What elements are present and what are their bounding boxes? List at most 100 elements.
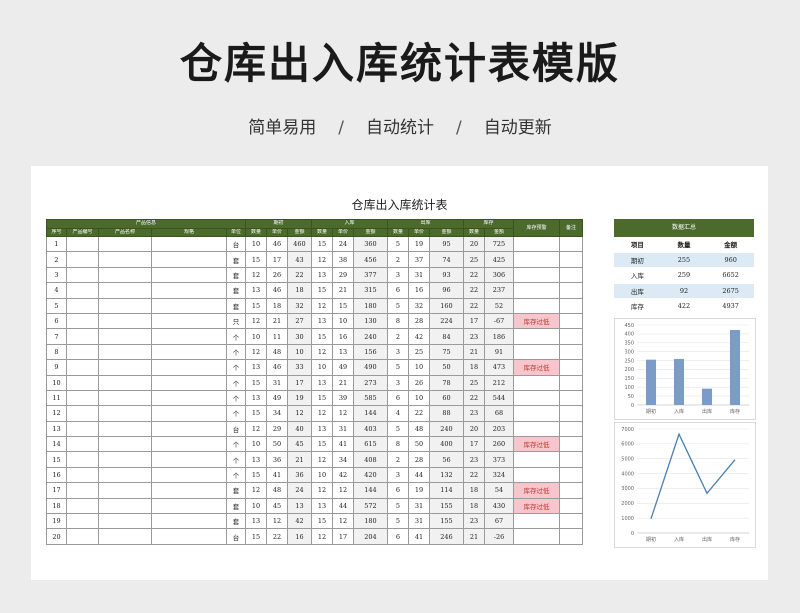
stock-amount-cell[interactable]: -26 (484, 528, 514, 545)
stock-amount-cell[interactable]: 237 (484, 282, 514, 299)
product-name-cell[interactable] (98, 482, 152, 499)
stock-qty-cell[interactable]: 17 (463, 312, 485, 330)
opening-qty-cell[interactable]: 13 (245, 389, 267, 407)
spec-cell[interactable] (151, 374, 227, 391)
opening-qty-cell[interactable]: 10 (245, 497, 267, 515)
opening-qty-cell[interactable]: 15 (245, 405, 267, 422)
remark-cell[interactable] (559, 528, 583, 545)
unit-cell[interactable]: 套 (226, 251, 246, 268)
product-code-cell[interactable] (66, 328, 99, 345)
unit-cell[interactable]: 套 (226, 497, 246, 515)
opening-qty-cell[interactable]: 12 (245, 312, 267, 330)
stock-alert-cell[interactable] (513, 235, 560, 253)
inbound-amount-cell[interactable]: 360 (353, 235, 388, 253)
stock-alert-cell[interactable] (513, 389, 560, 407)
opening-price-cell[interactable]: 41 (266, 466, 288, 484)
product-code-cell[interactable] (66, 282, 99, 299)
remark-cell[interactable] (559, 359, 583, 376)
unit-cell[interactable]: 个 (226, 359, 246, 376)
opening-qty-cell[interactable]: 10 (245, 436, 267, 453)
outbound-price-cell[interactable]: 22 (408, 405, 430, 422)
unit-cell[interactable]: 个 (226, 374, 246, 391)
outbound-amount-cell[interactable]: 246 (429, 528, 464, 545)
spec-cell[interactable] (151, 266, 227, 284)
inbound-price-cell[interactable]: 21 (332, 374, 354, 391)
opening-amount-cell[interactable]: 43 (287, 251, 312, 268)
remark-cell[interactable] (559, 251, 583, 268)
outbound-amount-cell[interactable]: 74 (429, 251, 464, 268)
inbound-amount-cell[interactable]: 408 (353, 451, 388, 468)
product-name-cell[interactable] (98, 451, 152, 468)
opening-amount-cell[interactable]: 21 (287, 451, 312, 468)
stock-qty-cell[interactable]: 18 (463, 359, 485, 376)
unit-cell[interactable]: 个 (226, 405, 246, 422)
stock-alert-cell[interactable] (513, 328, 560, 345)
inbound-qty-cell[interactable]: 12 (311, 251, 333, 268)
spec-cell[interactable] (151, 282, 227, 299)
inbound-price-cell[interactable]: 41 (332, 436, 354, 453)
outbound-price-cell[interactable]: 16 (408, 282, 430, 299)
outbound-qty-cell[interactable]: 3 (387, 343, 409, 361)
outbound-amount-cell[interactable]: 50 (429, 359, 464, 376)
inbound-price-cell[interactable]: 16 (332, 328, 354, 345)
outbound-price-cell[interactable]: 44 (408, 466, 430, 484)
unit-cell[interactable]: 个 (226, 436, 246, 453)
outbound-amount-cell[interactable]: 75 (429, 343, 464, 361)
opening-price-cell[interactable]: 46 (266, 282, 288, 299)
stock-amount-cell[interactable]: 186 (484, 328, 514, 345)
outbound-amount-cell[interactable]: 78 (429, 374, 464, 391)
outbound-price-cell[interactable]: 28 (408, 312, 430, 330)
seq-cell[interactable]: 10 (46, 374, 67, 391)
outbound-qty-cell[interactable]: 5 (387, 359, 409, 376)
unit-cell[interactable]: 个 (226, 343, 246, 361)
opening-price-cell[interactable]: 50 (266, 436, 288, 453)
stock-qty-cell[interactable]: 23 (463, 513, 485, 530)
opening-amount-cell[interactable]: 17 (287, 374, 312, 391)
opening-price-cell[interactable]: 11 (266, 328, 288, 345)
inbound-price-cell[interactable]: 31 (332, 420, 354, 438)
opening-qty-cell[interactable]: 13 (245, 451, 267, 468)
opening-price-cell[interactable]: 48 (266, 343, 288, 361)
stock-alert-cell[interactable] (513, 405, 560, 422)
seq-cell[interactable]: 18 (46, 497, 67, 515)
product-code-cell[interactable] (66, 466, 99, 484)
inbound-qty-cell[interactable]: 12 (311, 343, 333, 361)
seq-cell[interactable]: 5 (46, 297, 67, 314)
product-name-cell[interactable] (98, 282, 152, 299)
product-name-cell[interactable] (98, 297, 152, 314)
seq-cell[interactable]: 13 (46, 420, 67, 438)
inbound-price-cell[interactable]: 15 (332, 297, 354, 314)
outbound-qty-cell[interactable]: 6 (387, 528, 409, 545)
seq-cell[interactable]: 4 (46, 282, 67, 299)
outbound-qty-cell[interactable]: 2 (387, 251, 409, 268)
stock-alert-cell[interactable] (513, 420, 560, 438)
product-name-cell[interactable] (98, 312, 152, 330)
remark-cell[interactable] (559, 374, 583, 391)
product-code-cell[interactable] (66, 235, 99, 253)
spec-cell[interactable] (151, 466, 227, 484)
outbound-price-cell[interactable]: 31 (408, 513, 430, 530)
opening-amount-cell[interactable]: 13 (287, 497, 312, 515)
remark-cell[interactable] (559, 405, 583, 422)
spec-cell[interactable] (151, 528, 227, 545)
outbound-amount-cell[interactable]: 155 (429, 513, 464, 530)
inbound-price-cell[interactable]: 29 (332, 266, 354, 284)
outbound-amount-cell[interactable]: 160 (429, 297, 464, 314)
outbound-qty-cell[interactable]: 5 (387, 497, 409, 515)
inbound-price-cell[interactable]: 38 (332, 251, 354, 268)
inbound-qty-cell[interactable]: 13 (311, 312, 333, 330)
product-name-cell[interactable] (98, 528, 152, 545)
remark-cell[interactable] (559, 297, 583, 314)
opening-amount-cell[interactable]: 30 (287, 328, 312, 345)
spec-cell[interactable] (151, 328, 227, 345)
stock-alert-cell[interactable] (513, 266, 560, 284)
stock-alert-cell[interactable] (513, 451, 560, 468)
product-code-cell[interactable] (66, 482, 99, 499)
unit-cell[interactable]: 套 (226, 513, 246, 530)
seq-cell[interactable]: 6 (46, 312, 67, 330)
product-code-cell[interactable] (66, 266, 99, 284)
inbound-amount-cell[interactable]: 420 (353, 466, 388, 484)
remark-cell[interactable] (559, 513, 583, 530)
inbound-amount-cell[interactable]: 572 (353, 497, 388, 515)
stock-amount-cell[interactable]: 68 (484, 405, 514, 422)
